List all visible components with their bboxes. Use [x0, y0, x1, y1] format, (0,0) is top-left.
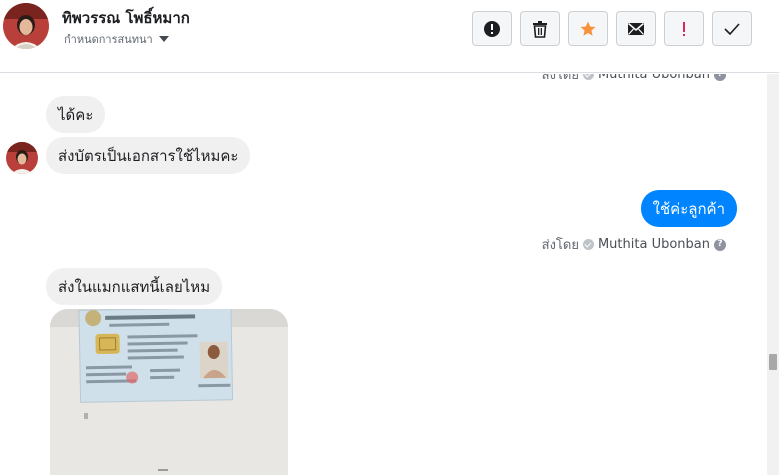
star-button[interactable]	[568, 11, 608, 46]
seen-check-icon	[582, 239, 594, 250]
sent-by-label: ส่งโดย	[541, 74, 579, 83]
checkmark-icon	[724, 22, 740, 35]
agent-name[interactable]: Muthita Ubonban	[598, 74, 710, 82]
contact-avatar[interactable]	[3, 3, 49, 49]
alert-circle-icon	[484, 20, 500, 37]
conversation-toolbar	[472, 11, 752, 46]
exclamation-icon	[683, 21, 685, 36]
attached-id-card-photo[interactable]	[50, 309, 288, 475]
mark-done-button[interactable]	[712, 11, 752, 46]
seen-check-icon	[582, 74, 594, 80]
sent-by-label: ส่งโดย	[541, 238, 579, 253]
caret-down-icon	[158, 36, 169, 42]
agent-name[interactable]: Muthita Ubonban	[598, 237, 710, 252]
star-icon	[580, 21, 596, 36]
mark-spam-button[interactable]	[472, 11, 512, 46]
contact-avatar-small[interactable]	[6, 142, 38, 174]
scrollbar-thumb[interactable]	[769, 354, 777, 370]
mark-unread-button[interactable]	[616, 11, 656, 46]
incoming-message[interactable]: ส่งบัตรเป็นเอกสารใช้ไหมคะ	[46, 137, 251, 174]
contact-name[interactable]: ทิพวรรณ โพธิ์หมาก	[62, 6, 190, 30]
flag-important-button[interactable]	[664, 11, 704, 46]
delete-button[interactable]	[520, 11, 560, 46]
sent-by-meta-top: ส่งโดย Muthita Ubonban ?	[542, 74, 726, 85]
incoming-message[interactable]: ได้คะ	[46, 96, 106, 133]
conversation-settings-label: กำหนดการสนทนา	[64, 33, 153, 46]
help-icon[interactable]: ?	[714, 74, 726, 81]
trash-icon	[533, 20, 547, 38]
envelope-icon	[628, 22, 644, 35]
thread-scrollbar[interactable]	[767, 74, 779, 475]
conversation-header: ทิพวรรณ โพธิ์หมาก กำหนดการสนทนา	[0, 0, 779, 73]
message-thread[interactable]: ส่งโดย Muthita Ubonban ? ได้คะ ส่งบัตรเป…	[0, 74, 767, 475]
id-card-image	[50, 309, 288, 475]
help-icon[interactable]: ?	[714, 238, 726, 251]
sent-by-meta: ส่งโดย Muthita Ubonban ?	[542, 234, 726, 255]
outgoing-message[interactable]: ใช้ค่ะลูกค้า	[640, 190, 737, 227]
conversation-settings-dropdown[interactable]: กำหนดการสนทนา	[64, 30, 169, 48]
incoming-message[interactable]: ส่งในแมกแสทนี้เลยไหม	[46, 268, 223, 305]
